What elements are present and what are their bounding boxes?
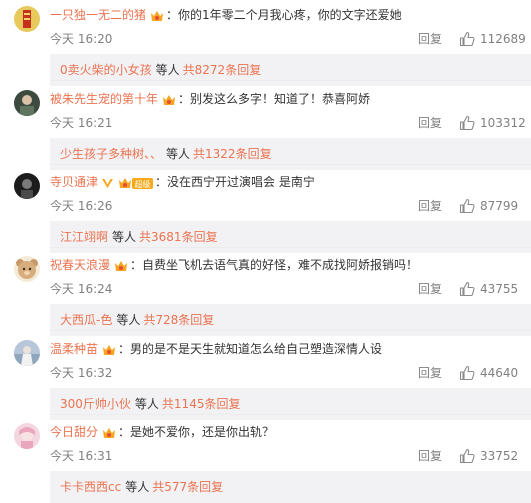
username[interactable]: 祝春天浪漫 <box>50 258 110 272</box>
username[interactable]: 被朱先生宠的第十年 <box>50 92 158 106</box>
like-count: 44640 <box>480 366 519 380</box>
vip-badge-icon: 超级 <box>118 176 154 190</box>
reply-preview[interactable]: 300斤帅小伙 等人 共1145条回复 <box>50 388 531 420</box>
like-count: 112689 <box>480 32 526 46</box>
reply-preview[interactable]: 0卖火柴的小女孩 等人 共8272条回复 <box>50 54 531 86</box>
reply-preview-user[interactable]: 0卖火柴的小女孩 <box>60 63 152 77</box>
svg-text:超级: 超级 <box>135 179 151 189</box>
reply-preview-suffix: 等人 <box>166 147 191 161</box>
reply-preview-suffix: 等人 <box>112 230 137 244</box>
comment-time: 今天 16:31 <box>50 449 113 463</box>
reply-button[interactable]: 回复 <box>418 281 442 297</box>
thumbs-up-icon <box>459 198 475 214</box>
reply-button[interactable]: 回复 <box>418 115 442 131</box>
reply-preview-suffix: 等人 <box>116 313 141 327</box>
username[interactable]: 温柔种苗 <box>50 342 98 356</box>
thumbs-up-icon <box>459 448 475 464</box>
reply-preview-suffix: 等人 <box>125 480 150 494</box>
divider <box>50 414 531 415</box>
vip-badge-icon <box>161 93 177 107</box>
reply-count-link[interactable]: 共1322条回复 <box>193 147 272 161</box>
like-count: 87799 <box>480 199 519 213</box>
reply-preview[interactable]: 大西瓜-色 等人 共728条回复 <box>50 304 531 336</box>
reply-count-link[interactable]: 共1145条回复 <box>162 397 241 411</box>
reply-preview-suffix: 等人 <box>134 397 159 411</box>
like-count: 43755 <box>480 282 519 296</box>
reply-count-link[interactable]: 共728条回复 <box>143 313 214 327</box>
reply-button[interactable]: 回复 <box>418 198 442 214</box>
reply-button[interactable]: 回复 <box>418 448 442 464</box>
thumbs-up-icon <box>459 31 475 47</box>
thumbs-up-icon <box>459 365 475 381</box>
reply-count-link[interactable]: 共8272条回复 <box>183 63 262 77</box>
comment-text: 别发这么多字！知道了！恭喜阿娇 <box>190 92 371 106</box>
avatar[interactable] <box>14 6 40 32</box>
avatar[interactable] <box>14 340 40 366</box>
vip-badge-icon <box>113 259 129 273</box>
reply-count-link[interactable]: 共577条回复 <box>152 480 223 494</box>
comment-time: 今天 16:24 <box>50 282 113 296</box>
reply-preview-user[interactable]: 大西瓜-色 <box>60 313 112 327</box>
reply-preview-user[interactable]: 300斤帅小伙 <box>60 397 131 411</box>
thumbs-up-icon <box>459 281 475 297</box>
comment-time: 今天 16:20 <box>50 32 113 46</box>
divider <box>50 164 531 165</box>
avatar[interactable] <box>14 423 40 449</box>
reply-preview[interactable]: 卡卡西西cc 等人 共577条回复 <box>50 471 531 503</box>
comment-time: 今天 16:26 <box>50 199 113 213</box>
thumbs-up-icon <box>459 115 475 131</box>
comment-text: 是她不爱你，还是你出轨？ <box>130 425 275 439</box>
reply-preview-user[interactable]: 少生孩子多种树、、 <box>60 147 162 161</box>
divider <box>50 247 531 248</box>
comment-text: 自费坐飞机去语气真的好怪，难不成找阿娇报销吗！ <box>142 258 419 272</box>
reply-preview[interactable]: 江江翊啊 等人 共3681条回复 <box>50 221 531 253</box>
comment-text: 你的1年零二个月我心疼，你的文字还爱她 <box>178 8 402 22</box>
avatar[interactable] <box>14 256 40 282</box>
username[interactable]: 寺贝通津 <box>50 175 98 189</box>
vip-badge-icon <box>149 9 165 23</box>
comment-time: 今天 16:32 <box>50 366 113 380</box>
divider <box>50 80 531 81</box>
reply-preview-user[interactable]: 卡卡西西cc <box>60 480 121 494</box>
username[interactable]: 一只独一无二的猪 <box>50 8 146 22</box>
vip-badge-icon <box>101 343 117 357</box>
reply-preview-suffix: 等人 <box>155 63 180 77</box>
reply-preview[interactable]: 少生孩子多种树、、 等人 共1322条回复 <box>50 138 531 170</box>
like-count: 33752 <box>480 449 519 463</box>
comment-text: 男的是不是天生就知道怎么给自己塑造深情人设 <box>130 342 383 356</box>
divider <box>50 330 531 331</box>
verified-v-icon <box>101 176 114 190</box>
reply-preview-user[interactable]: 江江翊啊 <box>60 230 108 244</box>
comment-text: 没在西宁开过演唱会 是南宁 <box>167 175 315 189</box>
avatar[interactable] <box>14 90 40 116</box>
avatar[interactable] <box>14 173 40 199</box>
comment-time: 今天 16:21 <box>50 116 113 130</box>
username[interactable]: 今日甜分 <box>50 425 98 439</box>
vip-badge-icon <box>101 426 117 440</box>
reply-button[interactable]: 回复 <box>418 365 442 381</box>
reply-count-link[interactable]: 共3681条回复 <box>139 230 218 244</box>
like-count: 103312 <box>480 116 526 130</box>
reply-button[interactable]: 回复 <box>418 31 442 47</box>
